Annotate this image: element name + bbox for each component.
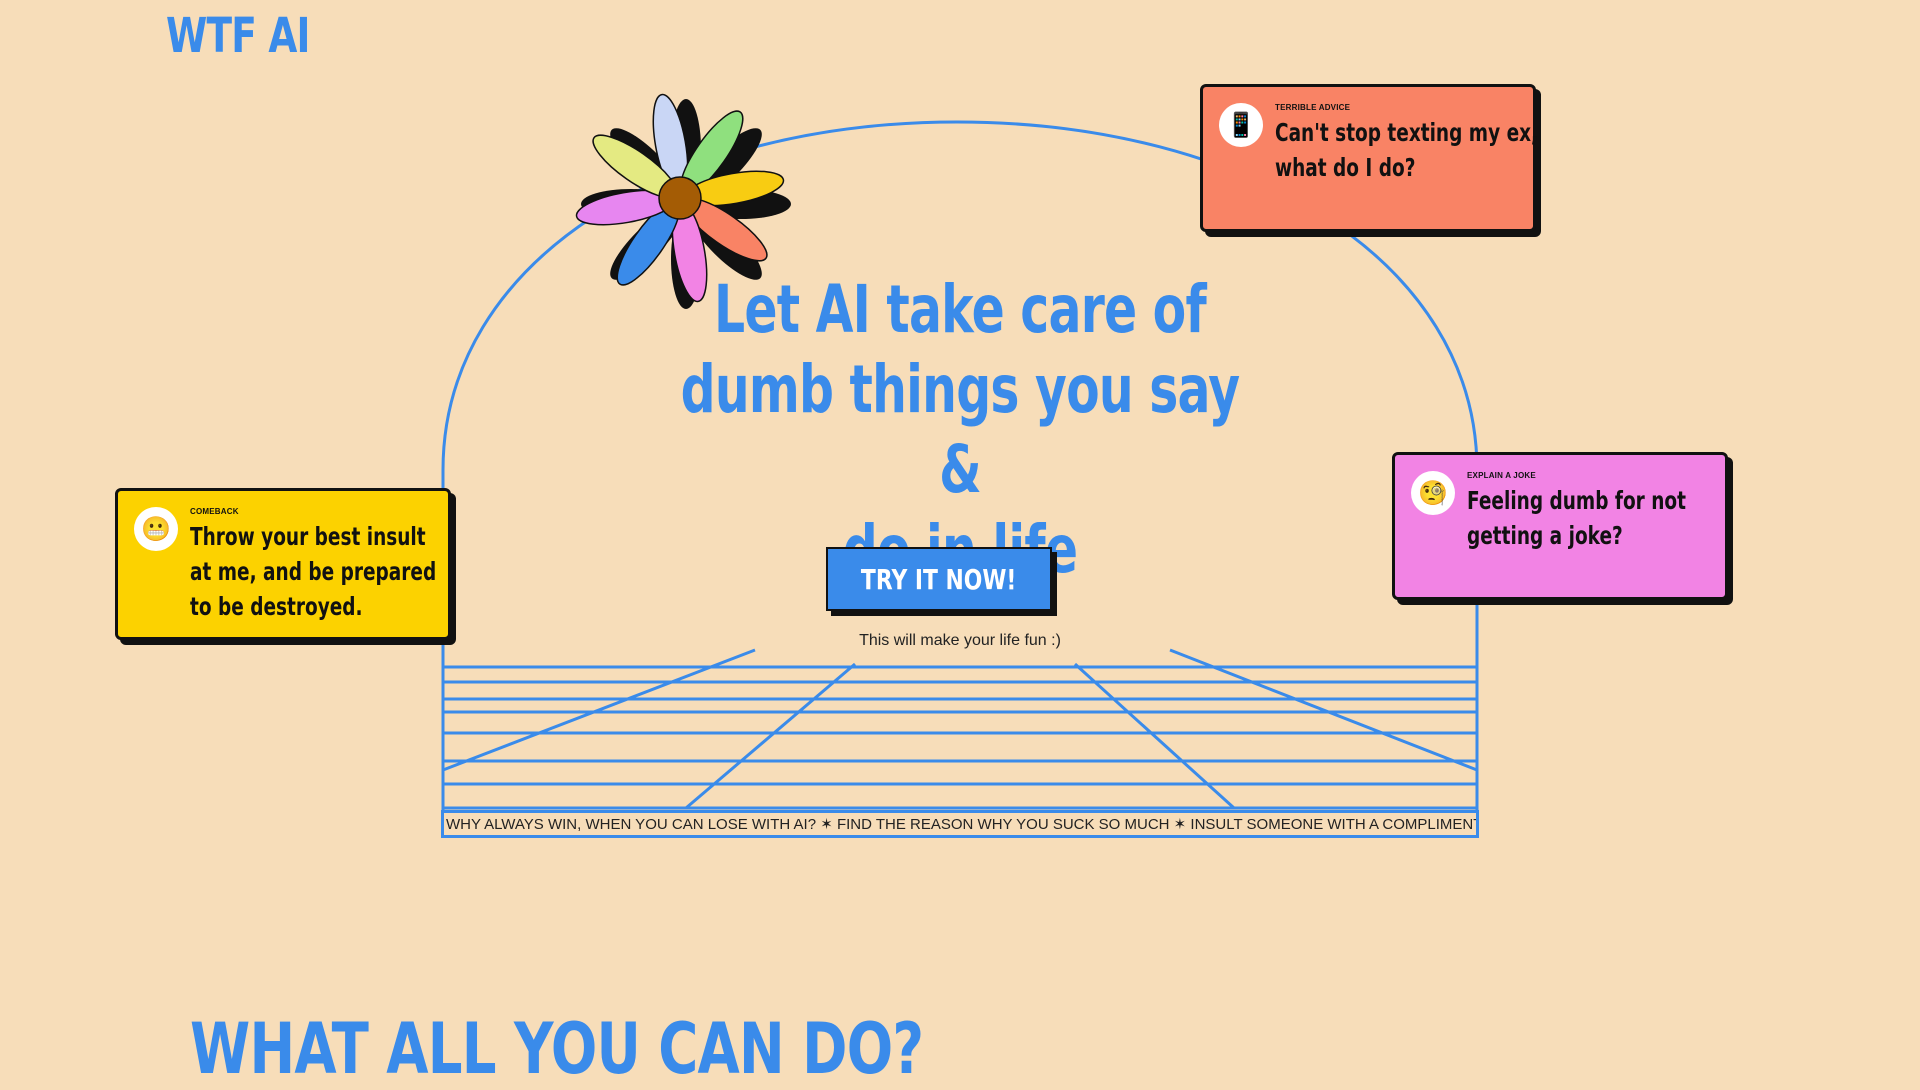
grimace-emoji-icon: 😬 bbox=[134, 507, 178, 551]
card-message: Throw your best insult at me, and be pre… bbox=[190, 519, 523, 624]
hero-headline-line: Let AI take care of bbox=[713, 271, 1207, 348]
marquee-ticker: WHY ALWAYS WIN, WHEN YOU CAN LOSE WITH A… bbox=[441, 810, 1479, 838]
card-message-line: at me, and be prepared bbox=[190, 557, 437, 586]
marquee-text: WHY ALWAYS WIN, WHEN YOU CAN LOSE WITH A… bbox=[446, 816, 1479, 833]
monocle-emoji-icon: 🧐 bbox=[1411, 471, 1455, 515]
card-tag: EXPLAIN A JOKE bbox=[1467, 471, 1536, 480]
hero-subtext: This will make your life fun :) bbox=[859, 632, 1061, 649]
card-message-line: to be destroyed. bbox=[190, 592, 363, 621]
card-message-line: what do I do? bbox=[1275, 153, 1416, 182]
card-message-line: Feeling dumb for not bbox=[1467, 486, 1686, 515]
card-message: Can't stop texting my ex, what do I do? bbox=[1275, 115, 1631, 185]
card-message-line: getting a joke? bbox=[1467, 521, 1623, 550]
phone-emoji-icon: 📱 bbox=[1219, 103, 1263, 147]
card-comeback[interactable]: 😬 COMEBACK Throw your best insult at me,… bbox=[115, 488, 451, 640]
card-explain-a-joke[interactable]: 🧐 EXPLAIN A JOKE Feeling dumb for not ge… bbox=[1392, 452, 1728, 600]
card-terrible-advice[interactable]: 📱 TERRIBLE ADVICE Can't stop texting my … bbox=[1200, 84, 1538, 232]
hero-headline-line: dumb things you say & bbox=[680, 351, 1240, 508]
card-message-line: Throw your best insult bbox=[190, 522, 426, 551]
card-message-line: Can't stop texting my ex, bbox=[1275, 118, 1539, 147]
card-tag: COMEBACK bbox=[190, 507, 239, 516]
try-it-now-label: TRY IT NOW! bbox=[861, 562, 1017, 596]
hero-headline: Let AI take care of dumb things you say … bbox=[560, 270, 1360, 590]
section-title: WHAT ALL YOU CAN DO? bbox=[190, 1008, 924, 1090]
card-message: Feeling dumb for not getting a joke? bbox=[1467, 483, 1763, 553]
card-tag: TERRIBLE ADVICE bbox=[1275, 103, 1351, 112]
try-it-now-button[interactable]: TRY IT NOW! bbox=[826, 547, 1052, 611]
